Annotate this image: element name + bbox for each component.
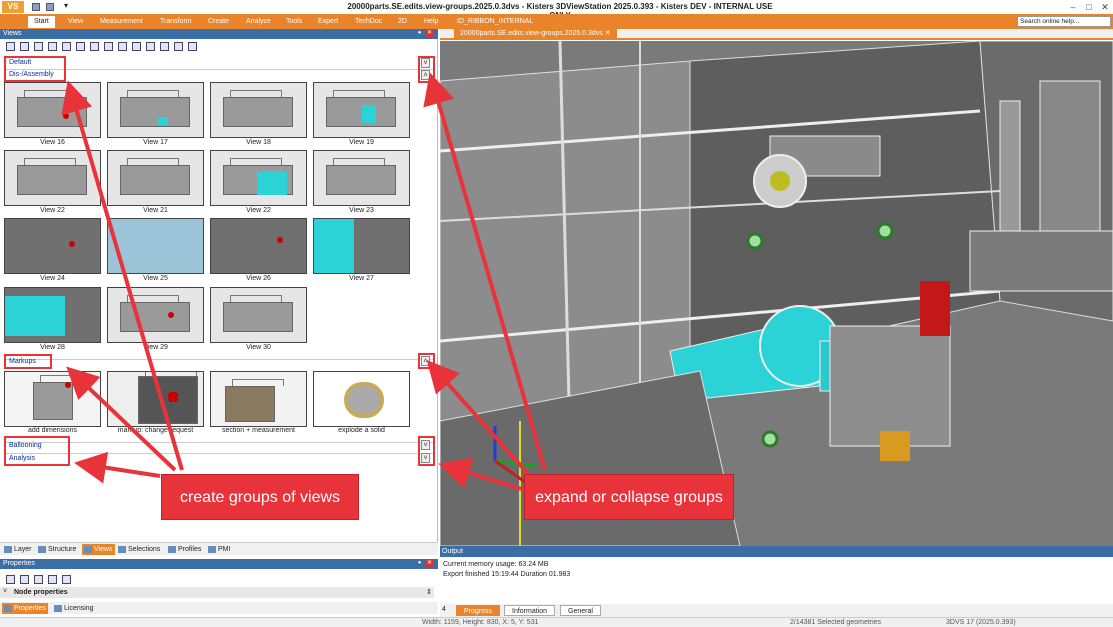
callout-create-groups: create groups of views [161, 474, 359, 520]
app-window: VS ▾ 20000parts.SE.edits.view-groups.202… [0, 0, 1113, 627]
callout-expand-collapse: expand or collapse groups [524, 474, 734, 520]
annotation-arrows [61, 72, 547, 492]
